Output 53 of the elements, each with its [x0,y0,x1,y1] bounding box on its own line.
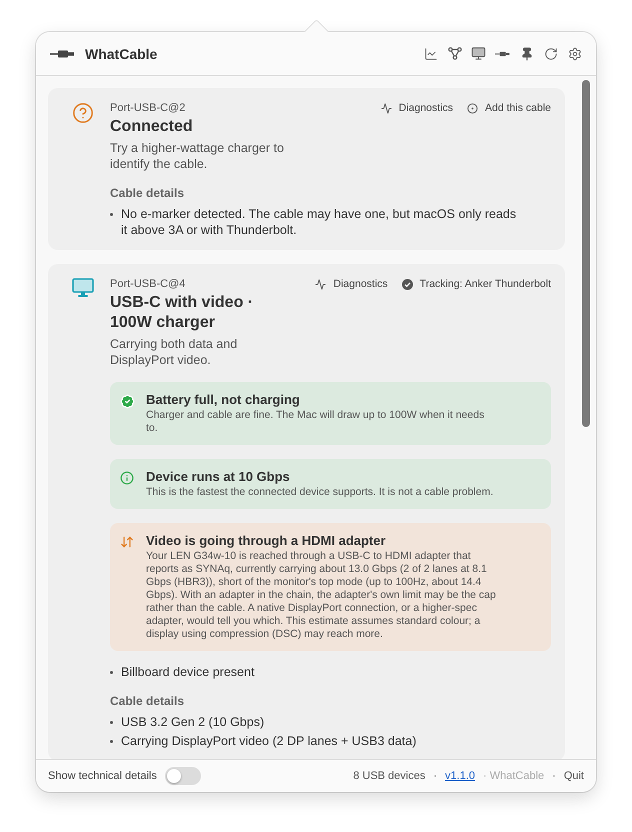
plug-icon [495,50,510,56]
port-title: USB-C with video · 100W charger [110,293,254,333]
bullet-icon [110,721,113,724]
port-name: Port-USB-C@2 [110,102,186,114]
arrows-icon [120,535,134,549]
display-icon [72,278,94,298]
circle-dot-icon [467,102,478,114]
app-title: WhatCable [85,46,158,62]
monitor-button[interactable] [471,46,486,61]
scrollbar-thumb[interactable] [582,80,590,427]
detail-text: USB 3.2 Gen 2 (10 Gbps) [121,714,264,730]
refresh-button[interactable] [543,46,558,61]
alert-title: Device runs at 10 Gbps [146,469,291,484]
alert-title: Battery full, not charging [146,392,301,407]
version-link[interactable]: v1.1.0 [445,770,475,782]
alert-text: Charger and cable are fine. The Mac will draw up to 100W when it needs to. [146,409,486,435]
check-circle-icon [402,278,413,290]
nodes-icon [448,47,462,60]
cable-icon [50,48,75,58]
port-name: Port-USB-C@4 [110,278,186,290]
badge-check-icon [120,394,135,409]
toggle-label: Show technical details [48,770,157,782]
port-title: Connected [110,117,194,137]
alert-title: Video is going through a HDMI adapter [146,533,387,548]
note-text: Billboard device present [121,664,254,680]
port-subtitle: Try a higher-wattage charger to identify the cable. [110,140,285,172]
diagnostics-button[interactable]: Diagnostics [315,278,388,290]
app-name-text: · WhatCable [483,770,544,782]
nodes-button[interactable] [447,46,462,61]
bullet-icon [110,740,113,743]
tracking-button[interactable]: Tracking: Anker Thunderbolt [402,278,551,290]
chart-button[interactable] [423,46,438,61]
separator-text: · [552,770,556,782]
add-cable-button[interactable]: Add this cable [467,102,551,114]
device-count: 8 USB devices [353,770,426,782]
bullet-icon [110,213,113,216]
diagnostics-button[interactable]: Diagnostics [380,102,454,114]
section-heading: Cable details [110,694,186,708]
bullet-icon [110,671,113,674]
port-subtitle: Carrying both data and DisplayPort video. [110,336,238,368]
detail-text: No e-marker detected. The cable may have one, but macOS only reads it above 3A or with Thunderbolt. [121,206,518,238]
pulse-icon [380,102,392,114]
detail-text: Carrying DisplayPort video (2 DP lanes + USB3 data) [121,733,416,749]
separator-text: · [433,770,438,782]
quit-button[interactable]: Quit [564,770,584,782]
section-heading: Cable details [110,186,186,200]
alert-text: Your LEN G34w-10 is reached through a USB-C to HDMI adapter that reports as SYNAq, currently carrying about 13.0 Gbps (2 of 2 lanes at 8.1 Gbps (HBR3)), short of the monitor's top mode (up to 100Hz, about 14.4 Gbps). With an adapter in the chain, the adapter's own limit may be the cap rather than the cable. A native DisplayPort connection, or a higher-spec adapter, would tell you which. This estimate assumes standard colour; a display using compression (DSC) may reach more. [146,550,496,641]
question-icon [72,102,94,124]
settings-button[interactable] [567,46,582,61]
info-icon [120,471,134,485]
pulse-icon [315,278,326,290]
alert-text: This is the fastest the connected device supports. It is not a cable problem. [146,486,494,499]
toggle-switch[interactable] [164,767,201,785]
